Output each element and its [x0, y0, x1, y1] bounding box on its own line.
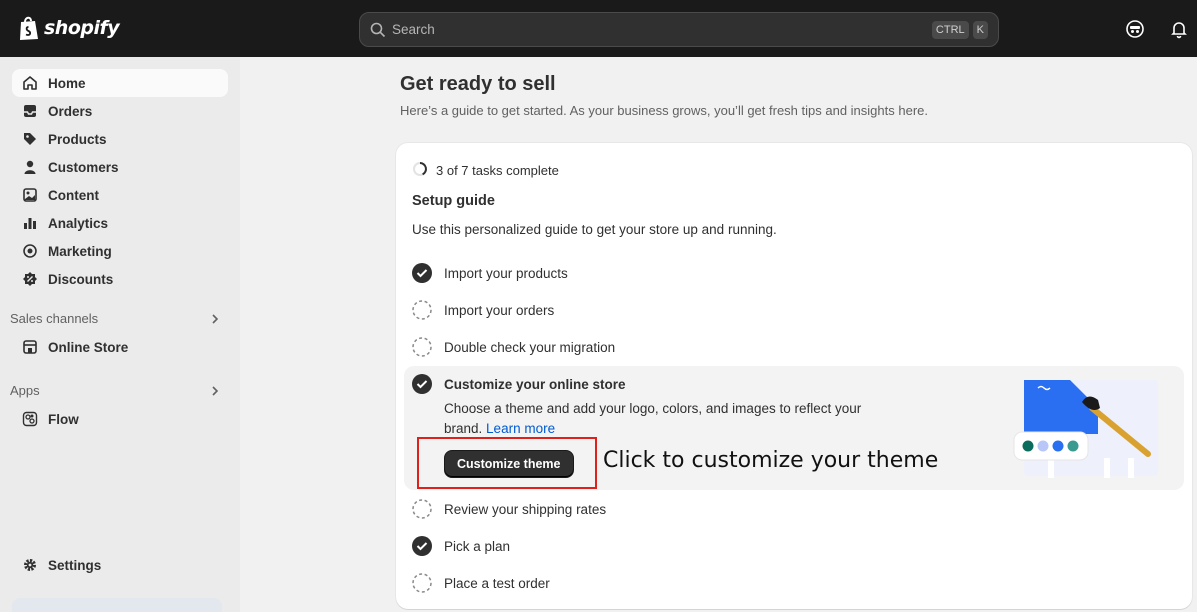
home-icon [22, 75, 38, 91]
search-placeholder: Search [392, 22, 435, 37]
sidebar-item-orders[interactable]: Orders [12, 97, 228, 125]
checkmark-circle-icon[interactable] [412, 536, 432, 556]
task-pick-a-plan[interactable]: Pick a plan [412, 532, 1172, 560]
task-review-shipping-rates[interactable]: Review your shipping rates [412, 495, 1172, 523]
progress-indicator: 3 of 7 tasks complete [412, 161, 559, 180]
annotation-highlight-box [417, 437, 597, 489]
progress-ring-icon [412, 161, 428, 180]
task-label: Import your products [444, 265, 568, 281]
sidebar-item-products[interactable]: Products [12, 125, 228, 153]
search-bar[interactable]: Search CTRL K [359, 12, 999, 47]
flow-icon [22, 411, 38, 427]
sidebar-item-content[interactable]: Content [12, 181, 228, 209]
setup-guide-description: Use this personalized guide to get your … [412, 222, 777, 237]
task-label: Double check your migration [444, 339, 616, 355]
inbox-icon [22, 103, 38, 119]
apps-section[interactable]: Apps [10, 383, 226, 398]
sidebar-item-label: Online Store [48, 339, 129, 355]
sidebar-item-label: Products [48, 131, 107, 147]
brand-name: shopify [44, 17, 120, 39]
sidebar-item-customers[interactable]: Customers [12, 153, 228, 181]
progress-text: 3 of 7 tasks complete [436, 163, 559, 178]
task-import-orders[interactable]: Import your orders [412, 296, 1172, 324]
sidebar-item-label: Flow [48, 411, 79, 427]
dashed-circle-icon[interactable] [412, 337, 432, 357]
search-icon [370, 22, 386, 38]
sidebar-item-label: Discounts [48, 271, 114, 287]
shopify-logo[interactable]: shopify [18, 15, 120, 41]
learn-more-link[interactable]: Learn more [486, 421, 555, 436]
dashed-circle-icon[interactable] [412, 300, 432, 320]
sales-channels-label: Sales channels [10, 311, 99, 326]
sidebar-item-label: Analytics [48, 215, 109, 231]
sidebar-item-online-store[interactable]: Online Store [12, 333, 228, 361]
sidebar-item-home[interactable]: Home [12, 69, 228, 97]
sidebar-item-marketing[interactable]: Marketing [12, 237, 228, 265]
image-icon [22, 187, 38, 203]
dashed-circle-icon[interactable] [412, 499, 432, 519]
bar-chart-icon [22, 215, 38, 231]
checkmark-circle-icon[interactable] [412, 374, 432, 394]
task-place-test-order[interactable]: Place a test order [412, 569, 1172, 597]
shortcut-key-ctrl: CTRL [931, 20, 969, 39]
chevron-right-icon[interactable] [208, 312, 222, 326]
sidebar: Home Orders Products Customers Content A… [0, 57, 240, 612]
task-double-check-migration[interactable]: Double check your migration [412, 333, 1172, 361]
theme-illustration [1008, 374, 1158, 484]
dashed-circle-icon[interactable] [412, 573, 432, 593]
shortcut-key-k: K [972, 20, 988, 39]
sidebar-item-discounts[interactable]: Discounts [12, 265, 228, 293]
task-label: Review your shipping rates [444, 501, 607, 517]
task-import-products[interactable]: Import your products [412, 259, 1172, 287]
top-bar: shopify Search CTRL K [0, 0, 1197, 57]
bell-icon[interactable] [1169, 19, 1189, 39]
task-header[interactable]: Customize your online store [412, 374, 626, 394]
target-icon [22, 243, 38, 259]
shopify-bag-icon [18, 15, 40, 41]
sidebar-item-settings[interactable]: Settings [12, 551, 228, 579]
sales-channels-section[interactable]: Sales channels [10, 311, 226, 326]
task-description: Choose a theme and add your logo, colors… [444, 399, 894, 439]
page-title: Get ready to sell [400, 73, 556, 95]
tag-icon [22, 131, 38, 147]
task-label: Customize your online store [444, 376, 626, 392]
sidebar-item-label: Marketing [48, 243, 112, 259]
sidebar-item-label: Home [48, 75, 86, 91]
sidebar-item-label: Content [48, 187, 99, 203]
chevron-right-icon[interactable] [208, 384, 222, 398]
sidebar-item-label: Orders [48, 103, 93, 119]
sidebar-item-label: Customers [48, 159, 119, 175]
person-icon [22, 159, 38, 175]
setup-guide-title: Setup guide [412, 193, 495, 209]
checkmark-circle-icon[interactable] [412, 263, 432, 283]
annotation-text: Click to customize your theme [603, 448, 939, 473]
task-label: Place a test order [444, 575, 550, 591]
sidebar-item-analytics[interactable]: Analytics [12, 209, 228, 237]
task-label: Pick a plan [444, 538, 511, 554]
sidebar-item-flow[interactable]: Flow [12, 405, 228, 433]
setup-guide-card: 3 of 7 tasks complete Setup guide Use th… [396, 143, 1192, 609]
page-subtitle: Here’s a guide to get started. As your b… [400, 103, 928, 118]
apps-label: Apps [10, 383, 40, 398]
gear-icon [22, 557, 38, 573]
discount-icon [22, 271, 38, 287]
task-label: Import your orders [444, 302, 555, 318]
sidebar-bottom-banner[interactable] [12, 598, 222, 612]
store-avatar-icon[interactable] [1125, 19, 1145, 39]
sidebar-item-label: Settings [48, 557, 102, 573]
store-icon [22, 339, 38, 355]
